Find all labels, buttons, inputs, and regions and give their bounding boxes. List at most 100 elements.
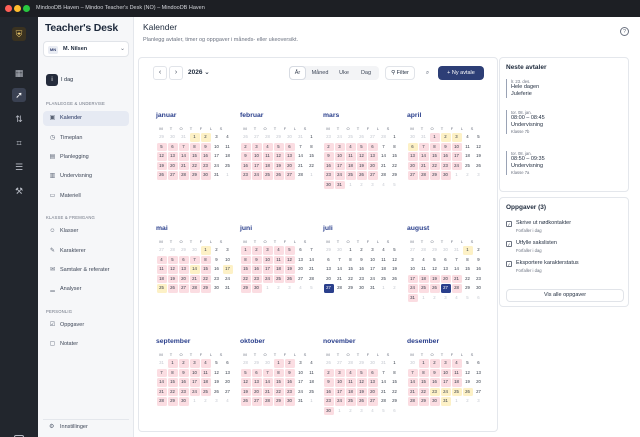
day-cell[interactable]: 7 bbox=[379, 369, 389, 378]
day-cell[interactable]: 3 bbox=[357, 407, 367, 416]
day-cell[interactable]: 27 bbox=[284, 171, 295, 180]
day-cell[interactable]: 27 bbox=[251, 397, 262, 406]
day-cell[interactable]: 18 bbox=[379, 265, 389, 274]
day-cell[interactable]: 7 bbox=[407, 368, 418, 377]
day-cell[interactable]: 11 bbox=[223, 143, 233, 152]
day-cell[interactable]: 15 bbox=[167, 378, 178, 387]
day-cell[interactable]: 7 bbox=[379, 143, 389, 152]
day-cell[interactable]: 13 bbox=[223, 369, 233, 378]
day-cell[interactable]: 28 bbox=[379, 171, 389, 180]
day-cell[interactable]: 26 bbox=[357, 133, 367, 142]
day-cell[interactable]: 28 bbox=[379, 133, 389, 142]
day-cell[interactable]: 9 bbox=[357, 256, 367, 265]
day-cell[interactable]: 5 bbox=[390, 246, 400, 255]
settings-link[interactable]: ⚙ Innstillinger bbox=[43, 419, 129, 433]
sidebar-item-oppgaver[interactable]: ☑ Oppgaver bbox=[43, 318, 129, 333]
new-appointment-button[interactable]: + Ny avtale bbox=[438, 66, 484, 80]
day-cell[interactable]: 20 bbox=[407, 161, 418, 170]
day-cell[interactable]: 27 bbox=[296, 275, 306, 284]
day-cell[interactable]: 30 bbox=[200, 171, 211, 180]
day-cell[interactable]: 24 bbox=[335, 133, 345, 142]
checkbox-icon[interactable]: ✓ bbox=[506, 221, 512, 227]
day-cell[interactable]: 15 bbox=[307, 152, 317, 161]
day-cell[interactable]: 13 bbox=[441, 265, 451, 274]
day-cell[interactable]: 22 bbox=[189, 161, 200, 170]
day-cell[interactable]: 15 bbox=[200, 265, 211, 274]
day-cell[interactable]: 17 bbox=[334, 387, 345, 396]
day-cell[interactable]: 30 bbox=[408, 133, 418, 142]
day-cell[interactable]: 25 bbox=[307, 388, 317, 397]
day-cell[interactable]: 19 bbox=[356, 161, 367, 170]
day-cell[interactable]: 5 bbox=[167, 255, 178, 264]
day-cell[interactable]: 1 bbox=[346, 246, 356, 255]
day-cell[interactable]: 13 bbox=[284, 152, 295, 161]
day-cell[interactable]: 14 bbox=[189, 265, 200, 274]
day-cell[interactable]: 20 bbox=[167, 161, 178, 170]
day-cell[interactable]: 14 bbox=[307, 256, 317, 265]
month-name[interactable]: januar bbox=[156, 112, 236, 122]
day-cell[interactable]: 16 bbox=[357, 265, 367, 274]
day-cell[interactable]: 16 bbox=[440, 152, 451, 161]
event-item[interactable]: tor. 08. jan. 08:00 – 08:45 Undervisning… bbox=[506, 110, 618, 134]
day-cell[interactable]: 28 bbox=[178, 171, 189, 180]
day-cell[interactable]: 1 bbox=[307, 171, 317, 180]
day-cell[interactable]: 5 bbox=[240, 368, 251, 377]
day-cell[interactable]: 30 bbox=[357, 284, 367, 293]
day-cell[interactable]: 2 bbox=[274, 284, 284, 293]
day-cell[interactable]: 6 bbox=[296, 246, 306, 255]
day-cell[interactable]: 7 bbox=[452, 256, 462, 265]
day-cell[interactable]: 23 bbox=[323, 171, 334, 180]
day-cell[interactable]: 20 bbox=[440, 274, 451, 283]
day-cell[interactable]: 9 bbox=[474, 256, 484, 265]
day-cell[interactable]: 6 bbox=[223, 359, 233, 368]
day-cell[interactable]: 5 bbox=[463, 294, 473, 303]
day-cell[interactable]: 11 bbox=[345, 378, 356, 387]
day-cell[interactable]: 27 bbox=[367, 171, 378, 180]
day-cell[interactable]: 20 bbox=[284, 161, 295, 170]
minimize-window-button[interactable] bbox=[14, 5, 21, 12]
day-cell[interactable]: 29 bbox=[200, 284, 211, 293]
day-cell[interactable]: 29 bbox=[390, 397, 400, 406]
day-cell[interactable]: 18 bbox=[463, 152, 473, 161]
day-cell[interactable]: 7 bbox=[178, 142, 189, 151]
day-cell[interactable]: 2 bbox=[440, 133, 451, 142]
day-cell[interactable]: 6 bbox=[167, 142, 178, 151]
day-cell[interactable]: 10 bbox=[368, 256, 378, 265]
day-cell[interactable]: 25 bbox=[262, 171, 273, 180]
day-cell[interactable]: 16 bbox=[251, 265, 262, 274]
day-cell[interactable]: 6 bbox=[474, 359, 484, 368]
day-cell[interactable]: 23 bbox=[324, 133, 334, 142]
day-cell[interactable]: 4 bbox=[307, 359, 317, 368]
day-cell[interactable]: 9 bbox=[200, 142, 211, 151]
day-cell[interactable]: 8 bbox=[240, 255, 251, 264]
day-cell[interactable]: 6 bbox=[251, 368, 262, 377]
day-cell[interactable]: 28 bbox=[263, 133, 273, 142]
search-button[interactable]: ⌕ bbox=[421, 66, 434, 80]
day-cell[interactable]: 16 bbox=[178, 378, 189, 387]
day-cell[interactable]: 29 bbox=[390, 171, 400, 180]
day-cell[interactable]: 29 bbox=[189, 171, 200, 180]
day-cell[interactable]: 19 bbox=[273, 161, 284, 170]
day-cell[interactable]: 4 bbox=[273, 246, 284, 255]
view-week-tab[interactable]: Uke bbox=[334, 66, 354, 80]
day-cell[interactable]: 31 bbox=[452, 246, 462, 255]
day-cell[interactable]: 1 bbox=[240, 246, 251, 255]
day-cell[interactable]: 12 bbox=[284, 255, 295, 264]
day-cell[interactable]: 9 bbox=[440, 142, 451, 151]
database-icon[interactable]: ☰ bbox=[12, 160, 26, 174]
day-cell[interactable]: 31 bbox=[334, 180, 345, 189]
day-cell[interactable]: 29 bbox=[167, 397, 178, 406]
day-cell[interactable]: 3 bbox=[262, 246, 273, 255]
day-cell[interactable]: 16 bbox=[284, 378, 295, 387]
day-cell[interactable]: 17 bbox=[212, 152, 222, 161]
day-cell[interactable]: 8 bbox=[346, 256, 356, 265]
day-cell[interactable]: 10 bbox=[334, 378, 345, 387]
day-cell[interactable]: 25 bbox=[273, 274, 284, 283]
day-cell[interactable]: 8 bbox=[418, 368, 429, 377]
day-cell[interactable]: 16 bbox=[240, 161, 251, 170]
day-cell[interactable]: 30 bbox=[368, 359, 378, 368]
day-cell[interactable]: 7 bbox=[189, 255, 200, 264]
day-cell[interactable]: 25 bbox=[379, 275, 389, 284]
day-cell[interactable]: 22 bbox=[307, 162, 317, 171]
day-cell[interactable]: 26 bbox=[167, 284, 178, 293]
